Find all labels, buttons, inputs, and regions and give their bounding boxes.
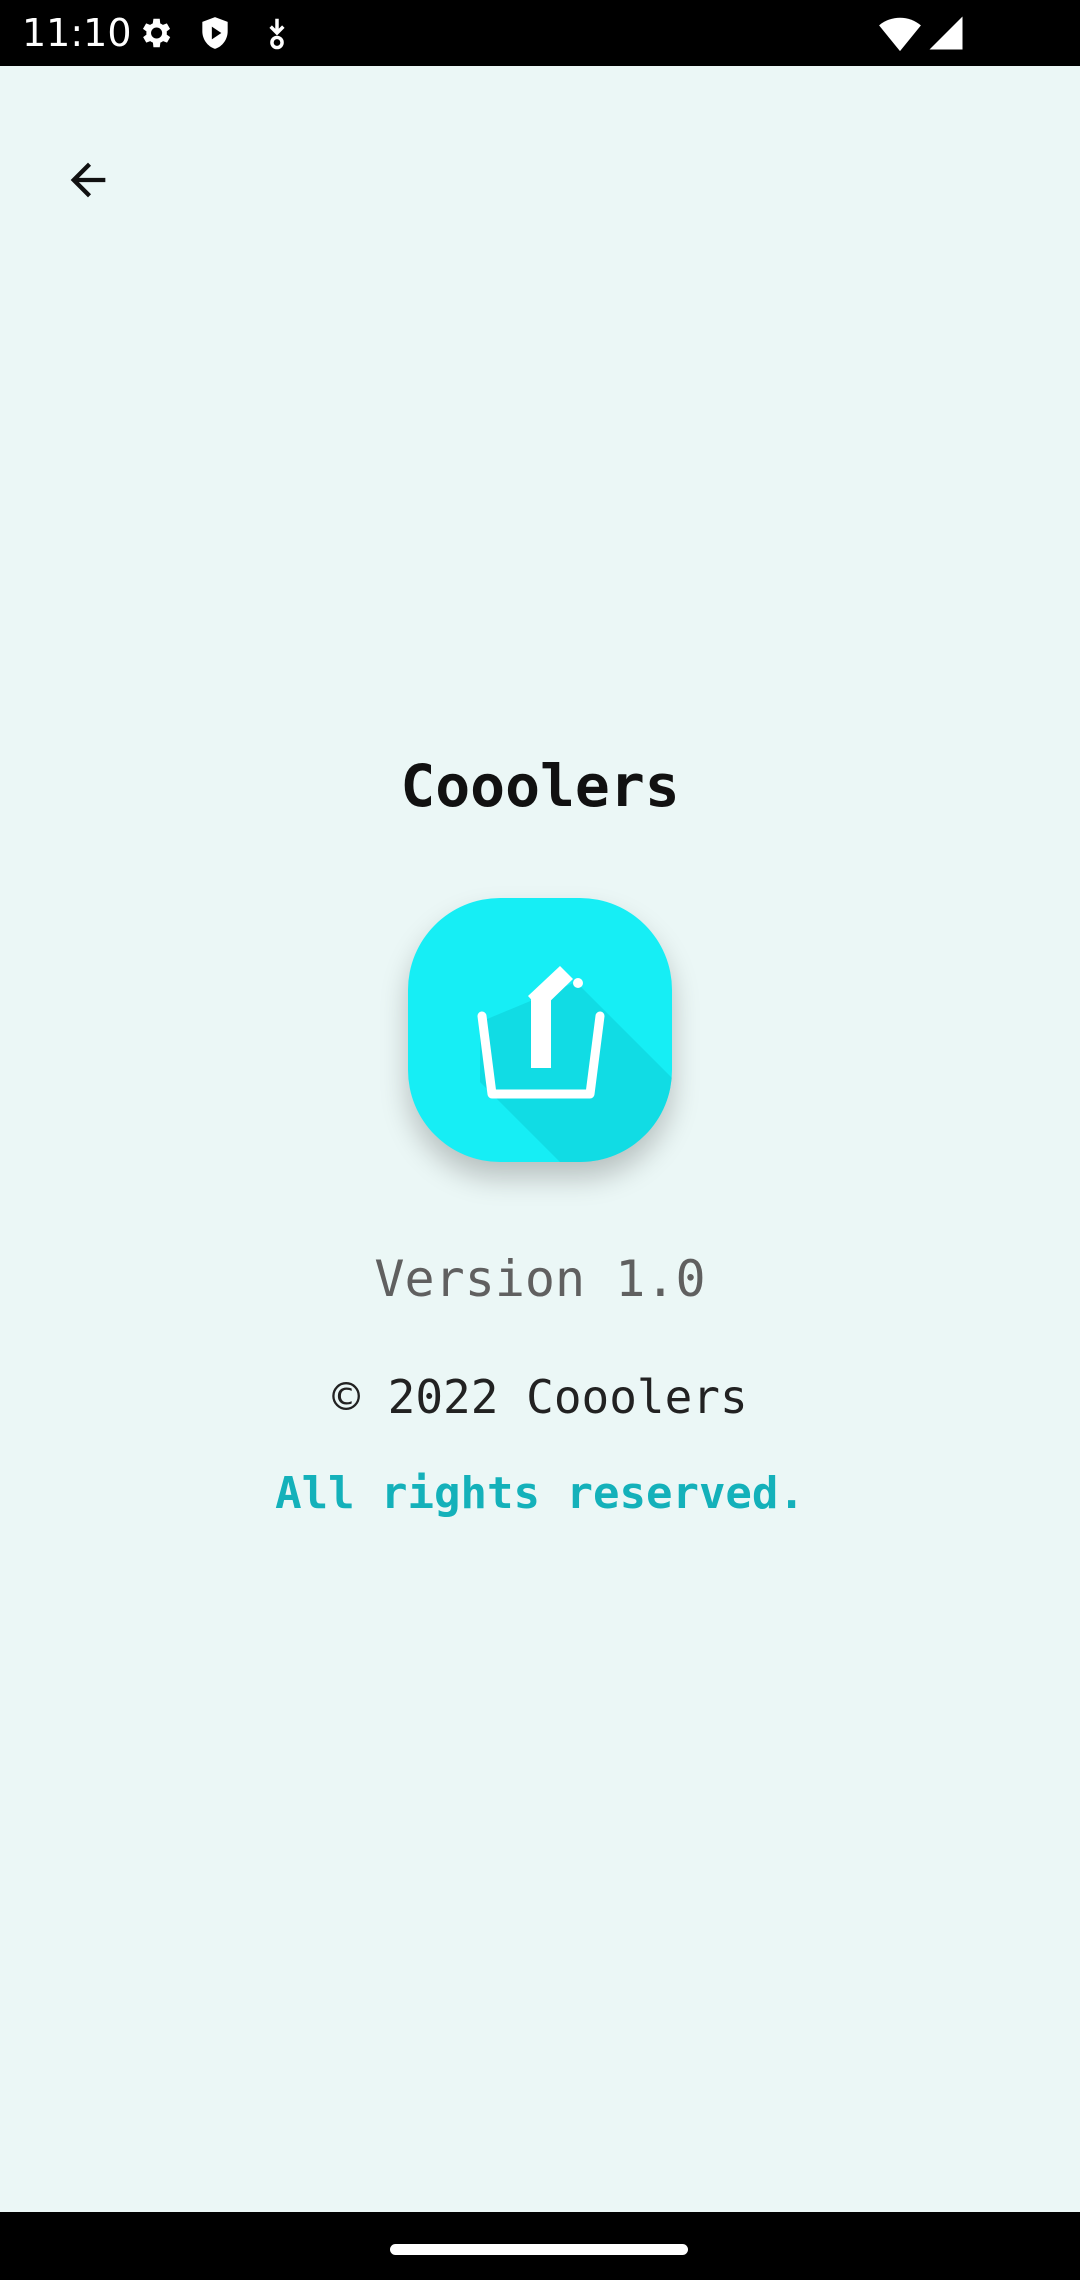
app-name-title: Cooolers bbox=[400, 752, 680, 820]
copyright-text: © 2022 Cooolers bbox=[332, 1370, 748, 1424]
version-text: Version 1.0 bbox=[374, 1250, 706, 1308]
rights-text: All rights reserved. bbox=[275, 1468, 805, 1519]
app-logo bbox=[408, 898, 672, 1162]
about-content: Cooolers Version 1.0 © 2022 Cooolers All… bbox=[0, 0, 1080, 2280]
glass-with-straw-icon bbox=[477, 966, 672, 1162]
home-indicator[interactable] bbox=[390, 2244, 688, 2255]
navigation-bar bbox=[0, 2212, 1080, 2280]
